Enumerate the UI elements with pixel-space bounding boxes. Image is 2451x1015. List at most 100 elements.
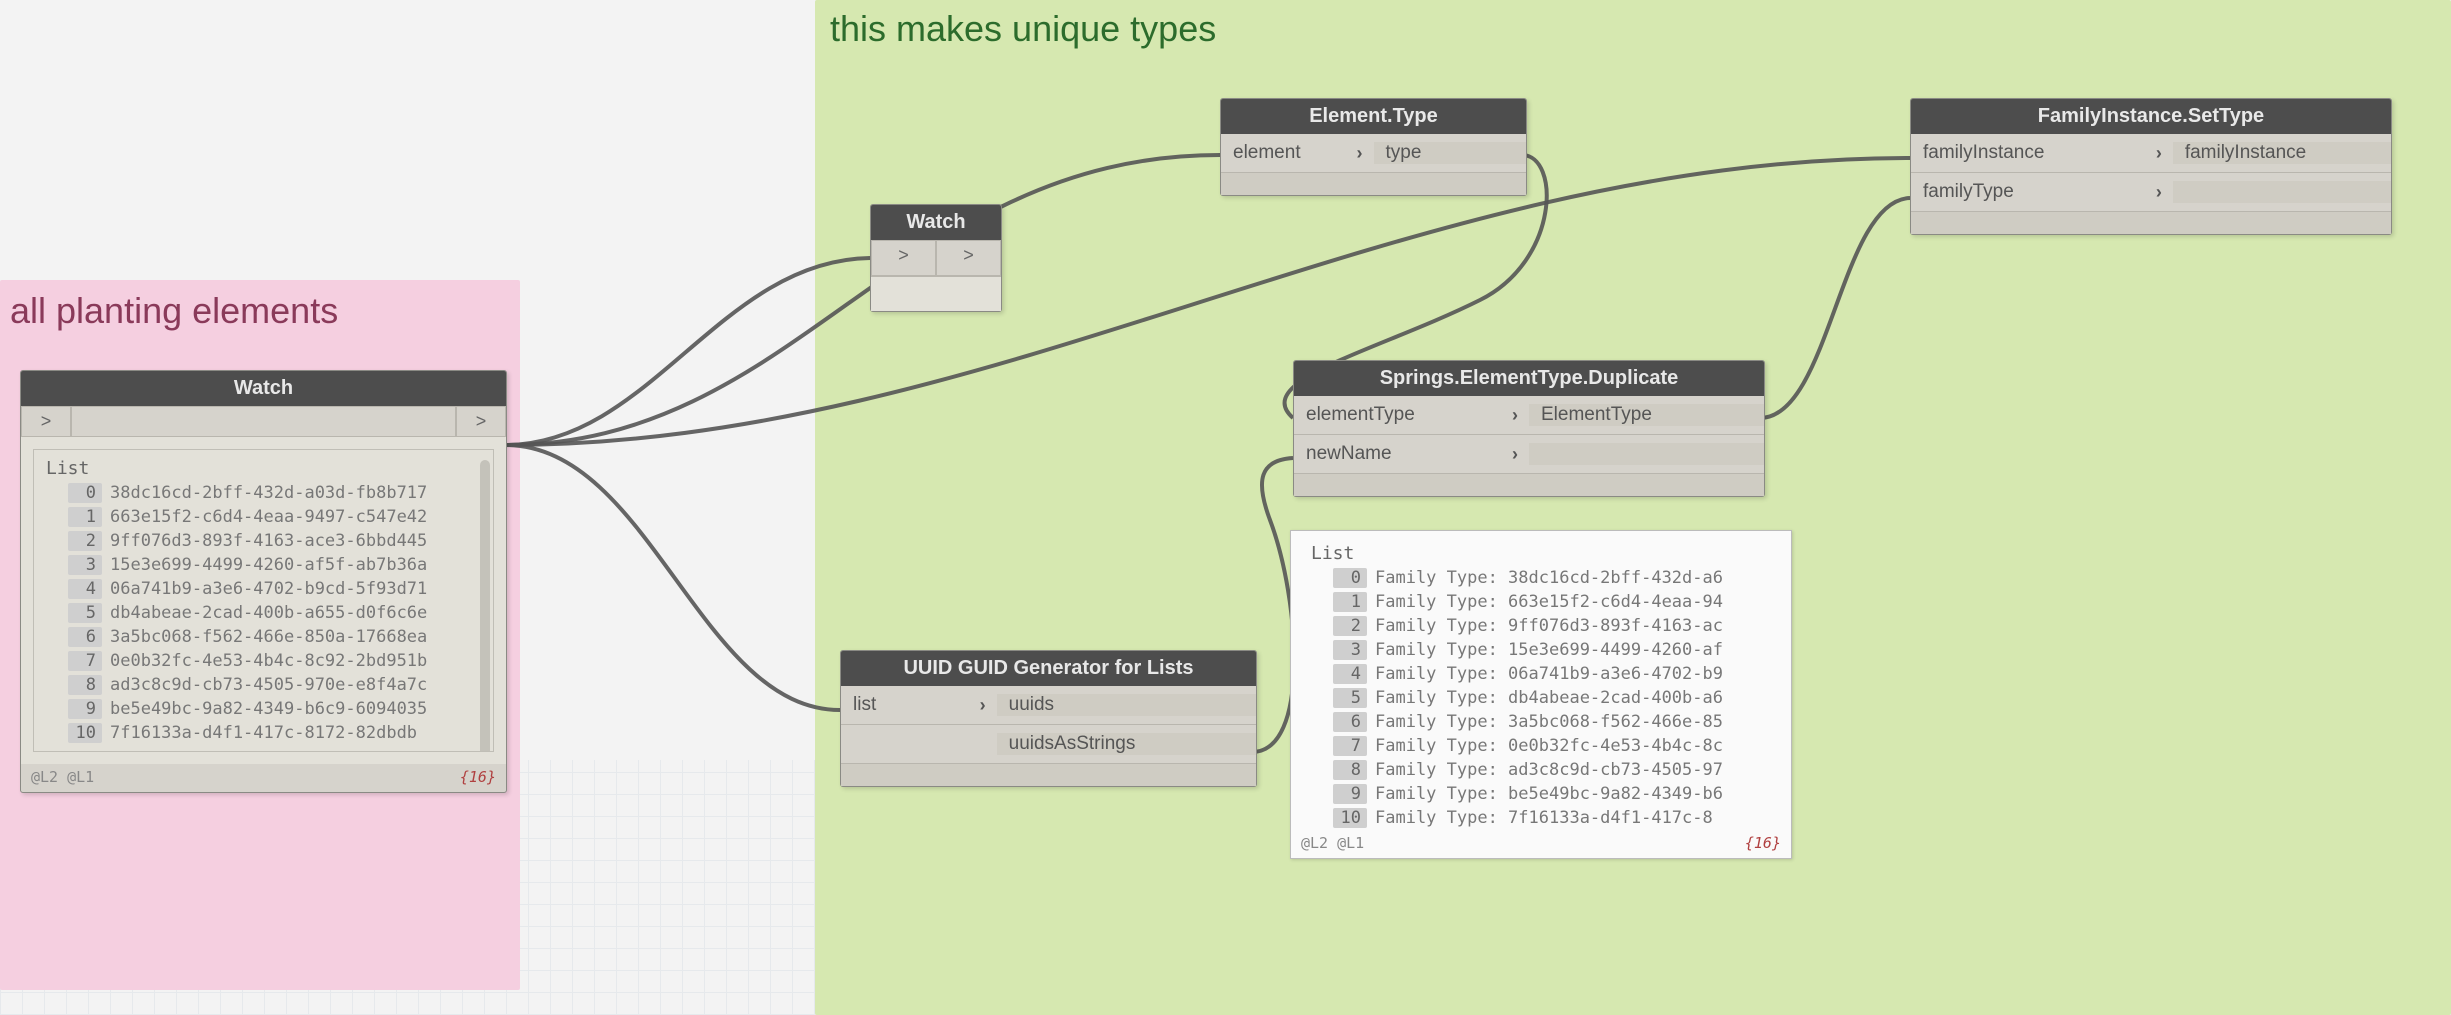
list-header: List (1305, 541, 1781, 566)
input-port-familytype[interactable]: familyType (1911, 181, 2145, 203)
list-item[interactable]: 3 Family Type: 15e3e699-4499-4260-af (1305, 638, 1781, 662)
list-value: Family Type: 9ff076d3-893f-4163-ac (1375, 616, 1723, 636)
input-port-element[interactable]: element (1221, 142, 1346, 164)
list-item[interactable]: 107f16133a-d4f1-417c-8172-82dbdb (40, 721, 487, 745)
list-value: 38dc16cd-2bff-432d-a03d-fb8b717 (110, 483, 427, 503)
input-port-list[interactable]: list (841, 694, 969, 716)
node-familyinstance-settype[interactable]: FamilyInstance.SetType familyInstance› f… (1910, 98, 2392, 235)
list-item[interactable]: 5db4abeae-2cad-400b-a655-d0f6c6e (40, 601, 487, 625)
list-value: Family Type: ad3c8c9d-cb73-4505-97 (1375, 760, 1723, 780)
list-index: 7 (1333, 736, 1367, 756)
list-value: 663e15f2-c6d4-4eaa-9497-c547e42 (110, 507, 427, 527)
list-index: 0 (1333, 568, 1367, 588)
input-port-newname[interactable]: newName (1294, 443, 1501, 465)
list-index: 7 (68, 651, 102, 671)
node-footer (841, 763, 1256, 786)
output-port-uuids[interactable]: uuids (997, 694, 1256, 716)
list-item[interactable]: 5 Family Type: db4abeae-2cad-400b-a6 (1305, 686, 1781, 710)
input-port-familyinstance[interactable]: familyInstance (1911, 142, 2145, 164)
node-footer (1221, 172, 1526, 195)
list-index: 6 (1333, 712, 1367, 732)
node-springs-duplicate[interactable]: Springs.ElementType.Duplicate elementTyp… (1293, 360, 1765, 497)
list-value: be5e49bc-9a82-4349-b6c9-6094035 (110, 699, 427, 719)
list-index: 2 (1333, 616, 1367, 636)
list-count: {16} (460, 768, 496, 786)
node-title: UUID GUID Generator for Lists (841, 651, 1256, 686)
output-port-blank (2173, 181, 2391, 203)
list-value: db4abeae-2cad-400b-a655-d0f6c6e (110, 603, 427, 623)
list-index: 1 (68, 507, 102, 527)
chevron-right-icon: › (1346, 143, 1374, 164)
lacing-spacer (71, 406, 456, 437)
list-item[interactable]: 63a5bc068-f562-466e-850a-17668ea (40, 625, 487, 649)
chevron-right-icon: › (2145, 182, 2173, 203)
list-value: 06a741b9-a3e6-4702-b9cd-5f93d71 (110, 579, 427, 599)
list-value: 0e0b32fc-4e53-4b4c-8c92-2bd951b (110, 651, 427, 671)
list-index: 10 (1333, 808, 1367, 828)
list-value: 3a5bc068-f562-466e-850a-17668ea (110, 627, 427, 647)
preview-duplicate-output[interactable]: List 0 Family Type: 38dc16cd-2bff-432d-a6… (1290, 530, 1792, 859)
list-index: 10 (68, 723, 102, 743)
list-index: 4 (1333, 664, 1367, 684)
lacing-next-button[interactable]: > (936, 240, 1001, 276)
list-item[interactable]: 315e3e699-4499-4260-af5f-ab7b36a (40, 553, 487, 577)
list-index: 5 (1333, 688, 1367, 708)
list-value: Family Type: 7f16133a-d4f1-417c-8 (1375, 808, 1713, 828)
node-element-type[interactable]: Element.Type element› type (1220, 98, 1527, 196)
input-port-blank (841, 733, 997, 755)
list-item[interactable]: 8 ad3c8c9d-cb73-4505-970e-e8f4a7c (40, 673, 487, 697)
list-item[interactable]: 1 663e15f2-c6d4-4eaa-9497-c547e42 (40, 505, 487, 529)
watch-list[interactable]: List 038dc16cd-2bff-432d-a03d-fb8b717166… (33, 449, 494, 752)
dynamo-canvas[interactable]: { "groups": { "pink": { "label": "all pl… (0, 0, 2451, 1015)
chevron-right-icon: › (969, 695, 997, 716)
list-levels: @L2 @L1 (1301, 834, 1364, 852)
list-value: Family Type: 06a741b9-a3e6-4702-b9 (1375, 664, 1723, 684)
list-value: ad3c8c9d-cb73-4505-970e-e8f4a7c (110, 675, 427, 695)
input-port-elementtype[interactable]: elementType (1294, 404, 1501, 426)
list-item[interactable]: 8 Family Type: ad3c8c9d-cb73-4505-97 (1305, 758, 1781, 782)
node-title: Element.Type (1221, 99, 1526, 134)
list-index: 3 (1333, 640, 1367, 660)
scrollbar-thumb[interactable] (480, 460, 490, 752)
list-value: 9ff076d3-893f-4163-ace3-6bbd445 (110, 531, 427, 551)
node-watch-small[interactable]: Watch > > (870, 204, 1002, 312)
list-item[interactable]: 6Family Type: 3a5bc068-f562-466e-85 (1305, 710, 1781, 734)
list-value: Family Type: db4abeae-2cad-400b-a6 (1375, 688, 1723, 708)
list-value: Family Type: 15e3e699-4499-4260-af (1375, 640, 1723, 660)
lacing-next-button[interactable]: > (456, 406, 506, 437)
list-item[interactable]: 9be5e49bc-9a82-4349-b6c9-6094035 (40, 697, 487, 721)
list-item[interactable]: 1Family Type: 663e15f2-c6d4-4eaa-94 (1305, 590, 1781, 614)
output-port-type[interactable]: type (1374, 142, 1527, 164)
output-port-familyinstance[interactable]: familyInstance (2173, 142, 2391, 164)
list-index: 0 (68, 483, 102, 503)
chevron-right-icon: › (1501, 444, 1529, 465)
list-item[interactable]: 7 Family Type: 0e0b32fc-4e53-4b4c-8c (1305, 734, 1781, 758)
list-item[interactable]: 9Family Type: be5e49bc-9a82-4349-b6 (1305, 782, 1781, 806)
list-item[interactable]: 7 0e0b32fc-4e53-4b4c-8c92-2bd951b (40, 649, 487, 673)
list-index: 8 (1333, 760, 1367, 780)
list-item[interactable]: 10 Family Type: 7f16133a-d4f1-417c-8 (1305, 806, 1781, 830)
list-value: Family Type: 0e0b32fc-4e53-4b4c-8c (1375, 736, 1723, 756)
node-title: Springs.ElementType.Duplicate (1294, 361, 1764, 396)
lacing-prev-button[interactable]: > (21, 406, 71, 437)
list-index: 8 (68, 675, 102, 695)
chevron-right-icon: › (1501, 405, 1529, 426)
list-index: 9 (1333, 784, 1367, 804)
node-title: FamilyInstance.SetType (1911, 99, 2391, 134)
group-pink-label: all planting elements (10, 290, 338, 332)
node-title: Watch (871, 205, 1001, 240)
list-item[interactable]: 29ff076d3-893f-4163-ace3-6bbd445 (40, 529, 487, 553)
list-item[interactable]: 0 Family Type: 38dc16cd-2bff-432d-a6 (1305, 566, 1781, 590)
group-green-label: this makes unique types (830, 8, 1216, 50)
list-item[interactable]: 0 38dc16cd-2bff-432d-a03d-fb8b717 (40, 481, 487, 505)
lacing-prev-button[interactable]: > (871, 240, 936, 276)
list-item[interactable]: 2 Family Type: 9ff076d3-893f-4163-ac (1305, 614, 1781, 638)
output-port-uuidsasstrings[interactable]: uuidsAsStrings (997, 733, 1256, 755)
list-value: Family Type: 38dc16cd-2bff-432d-a6 (1375, 568, 1723, 588)
output-port-elementtype[interactable]: ElementType (1529, 404, 1764, 426)
node-uuid-generator[interactable]: UUID GUID Generator for Lists list› uuid… (840, 650, 1257, 787)
list-item[interactable]: 4 Family Type: 06a741b9-a3e6-4702-b9 (1305, 662, 1781, 686)
node-watch-elements[interactable]: Watch > > List 038dc16cd-2bff-432d-a03d-… (20, 370, 507, 793)
node-footer (1294, 473, 1764, 496)
list-item[interactable]: 406a741b9-a3e6-4702-b9cd-5f93d71 (40, 577, 487, 601)
